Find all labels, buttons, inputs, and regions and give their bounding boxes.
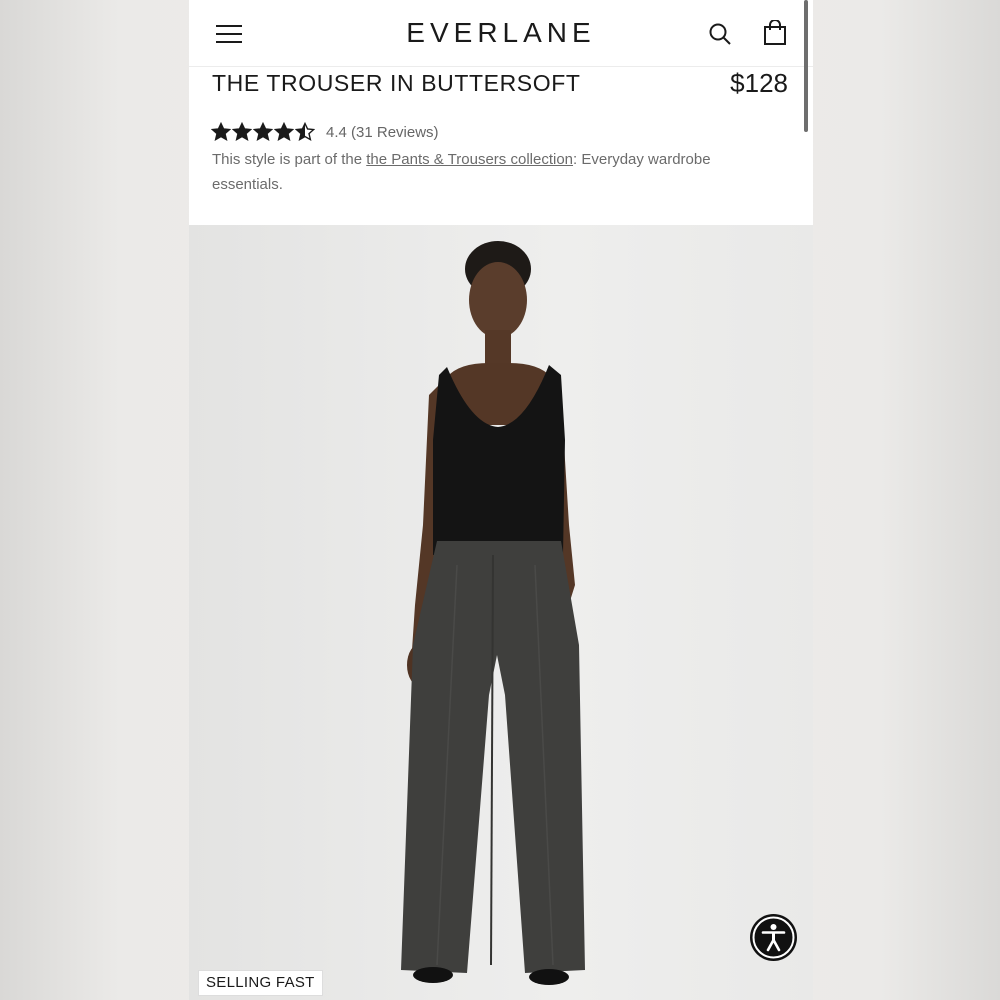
accessibility-icon (752, 916, 795, 959)
star-rating (211, 122, 315, 142)
collection-prefix: This style is part of the (212, 151, 367, 168)
star-full-icon (211, 122, 231, 142)
shopping-bag-icon[interactable] (763, 19, 787, 46)
reviews-link[interactable]: 4.4 (31 Reviews) (326, 124, 439, 141)
search-icon[interactable] (708, 22, 732, 46)
top-navigation-bar: EVERLANE (189, 0, 813, 67)
accessibility-button[interactable] (750, 914, 797, 961)
selling-fast-badge: SELLING FAST (198, 970, 323, 996)
scrollbar[interactable] (804, 0, 808, 132)
star-half-icon (295, 122, 315, 142)
product-title: THE TROUSER IN BUTTERSOFT (212, 70, 581, 96)
model-illustration (401, 241, 585, 985)
rating-row: 4.4 (31 Reviews) (211, 121, 439, 143)
star-full-icon (253, 122, 273, 142)
collection-link[interactable]: the Pants & Trousers collection (366, 151, 573, 168)
product-image[interactable]: SELLING FAST (189, 225, 813, 1000)
star-full-icon (232, 122, 252, 142)
star-full-icon (274, 122, 294, 142)
collection-description: This style is part of the the Pants & Tr… (212, 147, 772, 197)
product-price: $128 (730, 68, 788, 98)
mobile-page: EVERLANE THE TROUSER IN BUTTERSOFT $128 … (189, 0, 813, 1000)
